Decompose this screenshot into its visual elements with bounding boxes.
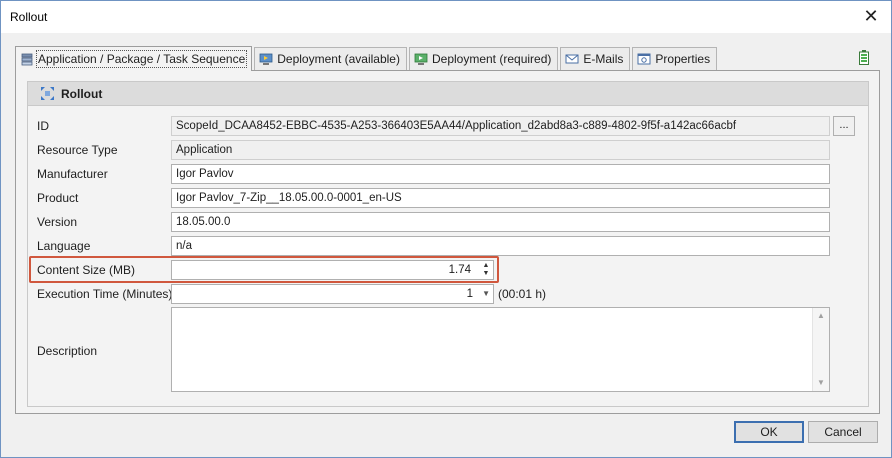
tab-label: Deployment (required) xyxy=(431,52,552,66)
tab-properties[interactable]: Properties xyxy=(632,47,718,70)
spin-arrows-icon[interactable]: ▲ ▼ xyxy=(481,262,491,278)
manufacturer-label: Manufacturer xyxy=(37,167,108,181)
ok-button[interactable]: OK xyxy=(734,421,804,443)
tab-label: E-Mails xyxy=(583,52,624,66)
battery-icon xyxy=(859,50,869,65)
version-label: Version xyxy=(37,215,78,229)
execution-time-label: Execution Time (Minutes) xyxy=(37,287,173,301)
id-field[interactable]: ScopeId_DCAA8452-EBBC-4535-A253-366403E5… xyxy=(171,116,830,136)
tab-deployment-required[interactable]: Deployment (required) xyxy=(408,47,559,70)
tab-application-package-task-sequence[interactable]: Application / Package / Task Sequence xyxy=(15,46,253,71)
tab-label: Application / Package / Task Sequence xyxy=(35,50,248,68)
scroll-down-icon[interactable]: ▼ xyxy=(813,375,829,391)
description-textarea[interactable]: ▲ ▼ xyxy=(171,307,830,392)
description-label: Description xyxy=(37,344,98,358)
id-label: ID xyxy=(37,119,49,133)
execution-time-dropdown[interactable]: 1 ▼ xyxy=(171,284,494,304)
execution-time-duration: (00:01 h) xyxy=(498,287,547,301)
title-bar: Rollout ✕ xyxy=(1,1,891,33)
version-field[interactable]: 18.05.00.0 xyxy=(171,212,830,232)
envelope-icon xyxy=(565,54,579,64)
package-icon xyxy=(21,53,33,66)
close-icon[interactable]: ✕ xyxy=(861,7,881,27)
tab-strip: Application / Package / Task Sequence De… xyxy=(15,46,719,71)
product-field[interactable]: Igor Pavlov_7-Zip__18.05.00.0-0001_en-US xyxy=(171,188,830,208)
deployment-icon xyxy=(259,53,273,65)
rollout-dialog: Rollout ✕ Application / Package / Task S… xyxy=(0,0,892,458)
window-title: Rollout xyxy=(10,10,48,24)
tab-e-mails[interactable]: E-Mails xyxy=(560,47,631,70)
manufacturer-field[interactable]: Igor Pavlov xyxy=(171,164,830,184)
content-size-value: 1.74 xyxy=(448,264,471,276)
tab-label: Deployment (available) xyxy=(277,52,400,66)
language-label: Language xyxy=(37,239,91,253)
product-label: Product xyxy=(37,191,79,205)
tab-deployment-available[interactable]: Deployment (available) xyxy=(254,47,407,70)
content-size-label: Content Size (MB) xyxy=(37,263,136,277)
resource-type-label: Resource Type xyxy=(37,143,118,157)
cancel-button[interactable]: Cancel xyxy=(808,421,878,443)
group-title: Rollout xyxy=(61,87,103,101)
content-size-spinner[interactable]: 1.74 ▲ ▼ xyxy=(171,260,494,280)
id-browse-button[interactable]: ... xyxy=(833,116,855,136)
language-field[interactable]: n/a xyxy=(171,236,830,256)
execution-time-value: 1 xyxy=(466,288,473,300)
group-header: Rollout xyxy=(28,82,868,106)
tab-label: Properties xyxy=(655,52,711,66)
resource-type-field[interactable]: Application xyxy=(171,140,830,160)
rollout-icon xyxy=(41,87,54,100)
scroll-up-icon[interactable]: ▲ xyxy=(813,308,829,324)
deployment-required-icon xyxy=(414,53,428,65)
properties-icon xyxy=(637,53,651,65)
description-scrollbar[interactable]: ▲ ▼ xyxy=(812,308,829,391)
chevron-down-icon[interactable]: ▼ xyxy=(482,289,490,298)
